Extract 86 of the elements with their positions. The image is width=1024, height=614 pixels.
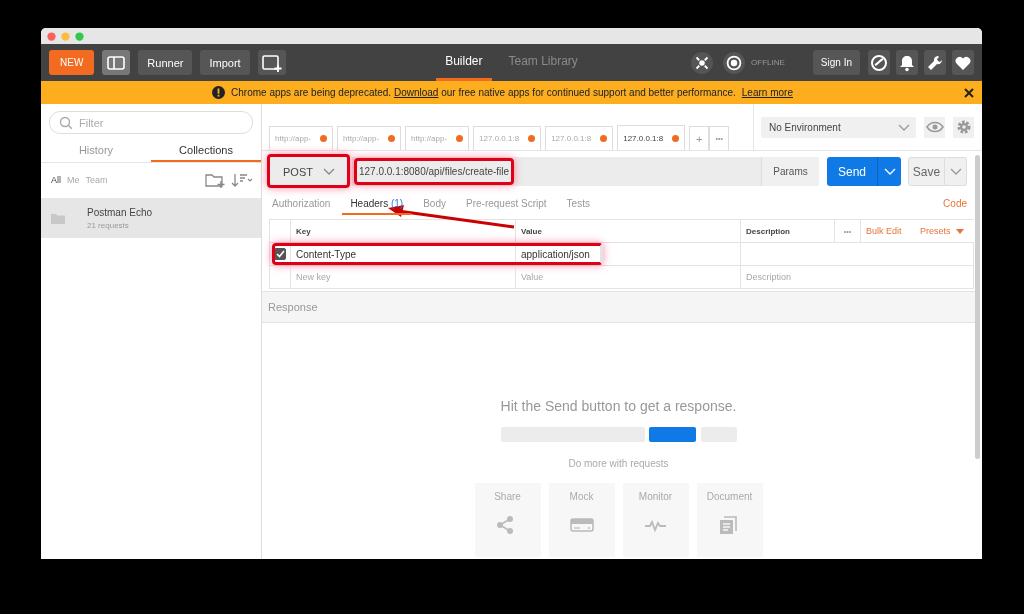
sidebar-toggle-button[interactable] — [102, 50, 131, 75]
chevron-down-icon — [322, 168, 335, 175]
request-section-tab[interactable]: Body — [415, 193, 454, 215]
sidebar-icon — [107, 55, 126, 70]
url-field[interactable]: 127.0.0.1:8080/api/files/create-file — [352, 157, 761, 186]
owner-filter[interactable]: Me — [67, 175, 80, 185]
action-card[interactable]: Share — [474, 483, 541, 557]
settings-icon — [955, 119, 972, 135]
more-title: Do more with requests — [568, 458, 669, 469]
sort-icon[interactable] — [231, 173, 253, 187]
bulk-edit-button[interactable]: Bulk Edit — [861, 220, 915, 242]
sidebar-tab[interactable]: Collections — [151, 139, 261, 162]
collection-name: Postman Echo — [87, 206, 153, 218]
column-header: Value — [516, 220, 741, 242]
sync-icon — [723, 51, 746, 74]
bell-button[interactable] — [896, 50, 918, 75]
wrench-button[interactable] — [924, 50, 946, 75]
new-button[interactable]: NEW — [49, 50, 95, 75]
request-section-tab[interactable]: Authorization — [264, 193, 339, 215]
close-icon[interactable] — [964, 87, 974, 98]
presets-dropdown[interactable]: Presets — [915, 220, 974, 242]
settings-button[interactable] — [953, 116, 974, 138]
eye-icon — [925, 121, 944, 133]
request-tab[interactable]: http://app- — [269, 126, 334, 150]
search-icon — [59, 115, 73, 130]
request-tab[interactable]: http://app- — [337, 126, 402, 150]
column-header: Description — [741, 220, 835, 242]
action-card[interactable]: Mock — [548, 483, 615, 557]
owner-filter[interactable]: Team — [85, 175, 108, 185]
new-tab-button[interactable]: + — [689, 126, 710, 150]
quick-look-button[interactable] — [924, 116, 945, 138]
new-value-field[interactable]: Value — [516, 266, 741, 288]
filter-input[interactable]: Filter — [79, 116, 243, 129]
wrench-icon — [926, 53, 944, 72]
request-tab[interactable]: http://app- — [405, 126, 470, 150]
environment-dropdown[interactable]: No Environment — [761, 116, 916, 138]
new-window-button[interactable] — [257, 50, 286, 75]
sign-in-button[interactable]: Sign In — [812, 50, 860, 75]
save-button[interactable]: Save — [908, 157, 945, 186]
bell-icon — [898, 53, 916, 72]
request-tab[interactable]: 127.0.0.1:8 — [617, 125, 686, 150]
request-section-tab[interactable]: Pre-request Script — [458, 193, 555, 215]
new-description-field[interactable]: Description — [741, 266, 974, 288]
download-link[interactable]: Download — [393, 87, 439, 98]
caret-down-icon — [955, 228, 964, 234]
url-text: 127.0.0.1:8080/api/files/create-file — [359, 166, 510, 177]
request-section-tab[interactable]: Tests — [558, 193, 598, 215]
request-tab[interactable]: 127.0.0.1:8 — [545, 126, 614, 150]
server-icon — [569, 516, 594, 535]
chevron-down-icon — [883, 168, 896, 175]
header-key[interactable]: Content-Type — [291, 243, 516, 265]
params-button[interactable]: Params — [761, 157, 819, 186]
scrollbar[interactable] — [975, 155, 980, 459]
owner-filter[interactable]: All — [51, 175, 61, 185]
filter-field[interactable]: Filter — [49, 111, 253, 134]
send-button[interactable]: Send — [827, 157, 877, 186]
send-options-button[interactable] — [877, 157, 901, 186]
column-header: Key — [291, 220, 516, 242]
banner-message: Chrome apps are being deprecated. Download our free native apps for continued support and better performance. — [231, 87, 736, 98]
action-card[interactable]: Monitor — [622, 483, 689, 557]
response-header: Response — [262, 291, 975, 323]
chevron-down-icon — [898, 123, 910, 131]
new-window-icon — [261, 53, 282, 72]
heart-button[interactable] — [952, 50, 974, 75]
chevron-down-icon — [949, 168, 962, 175]
header-value[interactable]: application/json — [516, 243, 741, 265]
interceptor-icon — [691, 51, 714, 74]
request-tab[interactable]: 127.0.0.1:8 — [473, 126, 542, 150]
folder-icon — [51, 212, 65, 224]
warning-icon — [212, 86, 226, 99]
view-tab[interactable]: Team Library — [499, 44, 587, 81]
request-section-tab[interactable]: Headers (1) — [342, 193, 412, 215]
new-folder-icon[interactable] — [205, 172, 225, 188]
action-card[interactable]: Document — [696, 483, 763, 557]
sidebar-tab[interactable]: History — [41, 139, 151, 162]
import-button[interactable]: Import — [200, 50, 250, 75]
request-count: 21 requests — [87, 220, 130, 230]
method-dropdown[interactable]: POST — [270, 157, 348, 186]
sync-status: OFFLINE — [751, 58, 785, 67]
collection-item[interactable]: Postman Echo 21 requests — [41, 198, 261, 238]
checkmark-icon — [275, 250, 285, 258]
learn-more-link[interactable]: Learn more — [741, 87, 793, 98]
code-link[interactable]: Code — [943, 198, 967, 209]
new-key-field[interactable]: New key — [291, 266, 516, 288]
runner-button[interactable]: Runner — [138, 50, 193, 75]
empty-message: Hit the Send button to get a response. — [500, 398, 737, 414]
